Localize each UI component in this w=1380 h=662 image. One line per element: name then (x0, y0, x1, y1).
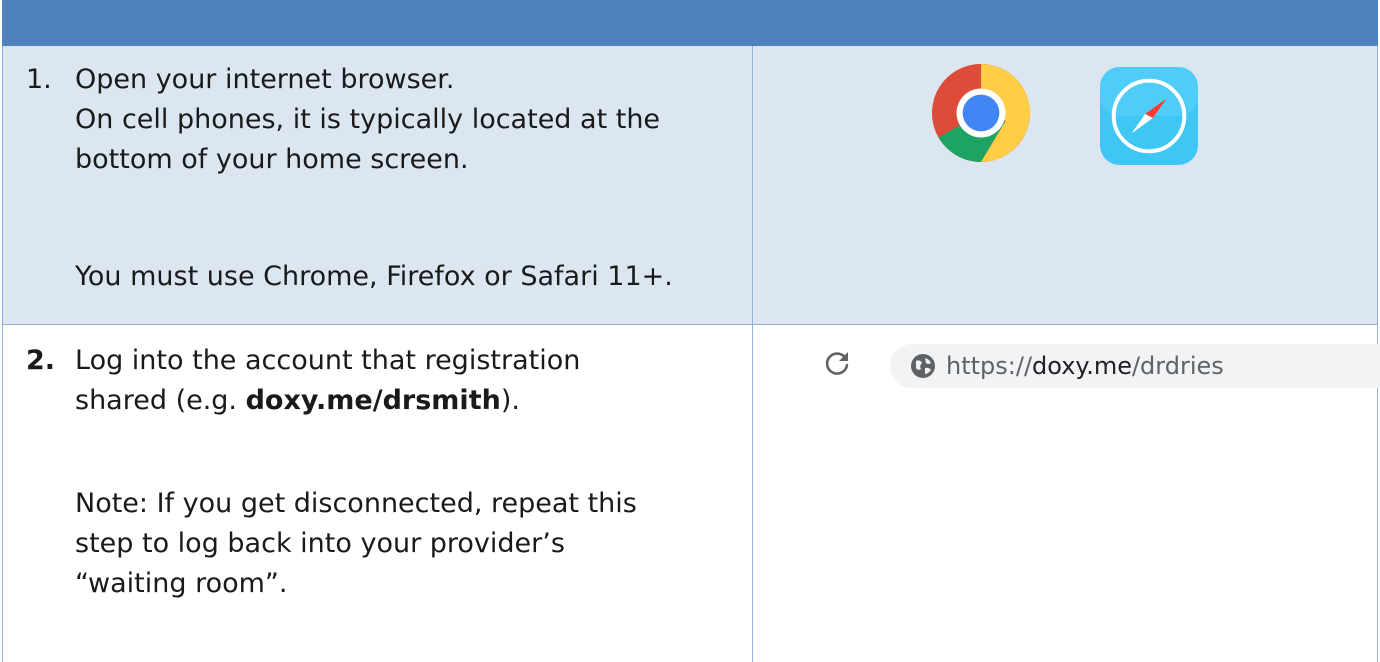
step-1-line: Open your internet browser. (75, 64, 455, 95)
step-2-line: Log into the account that registration (75, 345, 581, 376)
globe-icon (911, 354, 935, 378)
url-domain: doxy.me (1032, 352, 1132, 380)
table-border-left (2, 46, 3, 662)
step-2: 2. Log into the account that registratio… (26, 341, 746, 661)
url-path: /drdries (1131, 352, 1224, 380)
step-1-line: You must use Chrome, Firefox or Safari 1… (75, 261, 673, 292)
column-divider (752, 46, 753, 662)
instructions-table: 1. Open your internet browser. On cell p… (2, 0, 1380, 662)
step-2-line: shared (e.g. doxy.me/drsmith). (75, 381, 520, 420)
step-2-number: 2. (26, 345, 56, 376)
table-header-bar (2, 0, 1378, 46)
step-2-line-prefix: shared (e.g. (75, 385, 246, 416)
note-line: “waiting room”. (75, 568, 288, 599)
note-line: Note: If you get disconnected, repeat th… (75, 488, 637, 519)
reload-icon (825, 352, 849, 375)
chrome-icon (932, 64, 1030, 162)
note-line: step to log back into your provider’s (75, 528, 565, 559)
step-1-line: On cell phones, it is typically located … (75, 104, 661, 135)
url-pill: https://doxy.me/drdries (890, 344, 1380, 388)
row-divider (2, 324, 1378, 325)
step-1: 1. Open your internet browser. On cell p… (26, 60, 746, 320)
safari-icon (1100, 67, 1198, 165)
url-text: https://doxy.me/drdries (946, 350, 1224, 382)
example-url: doxy.me/drsmith (245, 385, 501, 416)
step-2-line-suffix: ). (500, 385, 520, 416)
url-scheme: https:// (946, 352, 1033, 380)
step-1-number: 1. (26, 64, 52, 95)
step-1-line: bottom of your home screen. (75, 144, 469, 175)
